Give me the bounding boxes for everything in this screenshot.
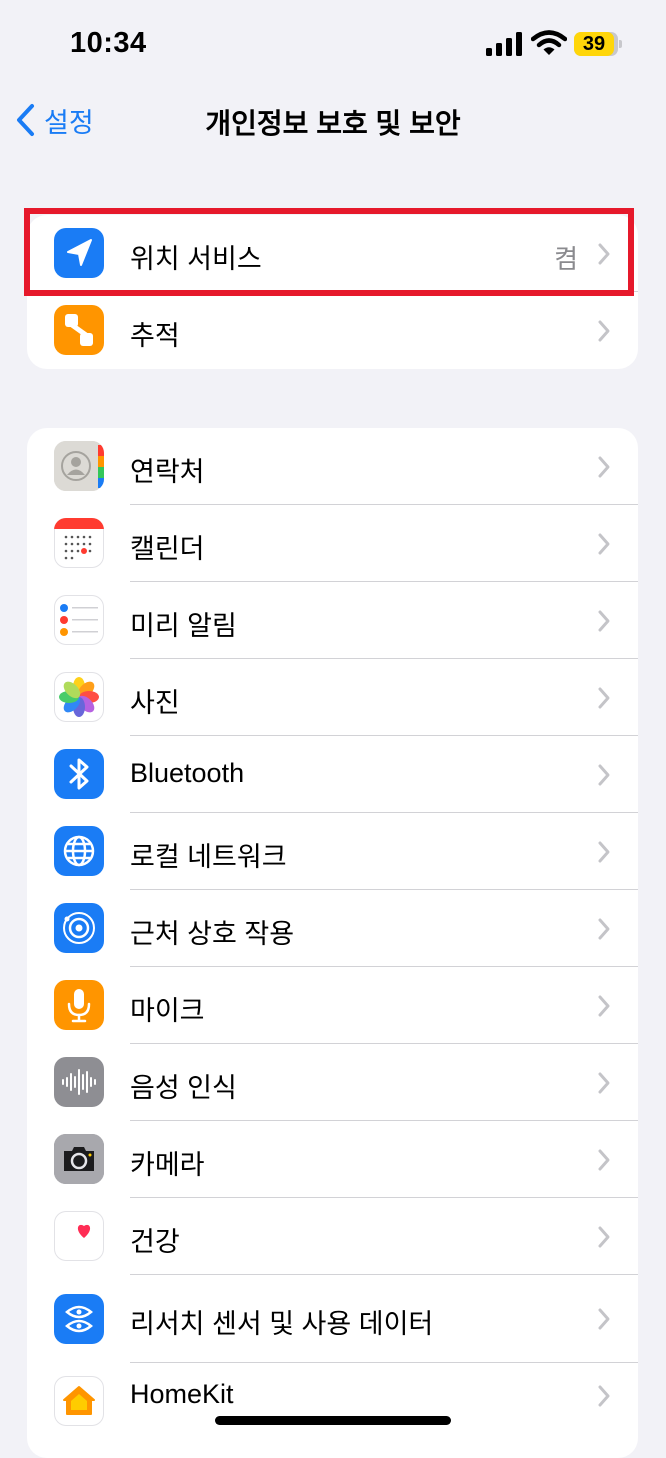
row-label: Bluetooth	[130, 758, 245, 788]
battery-level: 39	[582, 33, 606, 55]
chevron-right-icon	[598, 995, 610, 1017]
row-health[interactable]: 건강	[27, 1198, 638, 1275]
highlight-box	[24, 208, 634, 296]
chevron-right-icon	[598, 1149, 610, 1171]
chevron-right-icon	[598, 1226, 610, 1248]
row-label: 캘린더	[130, 534, 205, 564]
nearby-interaction-icon	[54, 903, 104, 953]
microphone-icon	[54, 980, 104, 1030]
chevron-right-icon	[598, 1308, 610, 1330]
row-label: 연락처	[130, 457, 205, 487]
row-research-sensor[interactable]: 리서치 센서 및 사용 데이터	[27, 1275, 638, 1363]
row-microphone[interactable]: 마이크	[27, 967, 638, 1044]
row-tracking[interactable]: 추적	[27, 292, 638, 369]
row-label: 음성 인식	[130, 1073, 237, 1103]
chevron-right-icon	[598, 764, 610, 786]
bluetooth-icon	[54, 749, 104, 799]
app-permissions-group: 연락처 캘린더 미리 알림 사진 Bluetooth 로컬 네트워크 근처 상호…	[27, 428, 638, 1458]
speech-recognition-icon	[54, 1057, 104, 1107]
status-bar: 10:34 39	[0, 0, 666, 90]
reminders-icon	[54, 595, 104, 645]
row-reminders[interactable]: 미리 알림	[27, 582, 638, 659]
row-photos[interactable]: 사진	[27, 659, 638, 736]
chevron-right-icon	[598, 320, 610, 342]
row-label: 카메라	[130, 1150, 205, 1180]
row-contacts[interactable]: 연락처	[27, 428, 638, 505]
row-label: 추적	[130, 321, 180, 351]
row-camera[interactable]: 카메라	[27, 1121, 638, 1198]
row-local-network[interactable]: 로컬 네트워크	[27, 813, 638, 890]
photos-icon	[54, 672, 104, 722]
row-label: 로컬 네트워크	[130, 842, 287, 872]
row-calendar[interactable]: 캘린더	[27, 505, 638, 582]
contacts-icon	[54, 441, 104, 491]
row-speech-recognition[interactable]: 음성 인식	[27, 1044, 638, 1121]
navigation-bar: 설정 개인정보 보호 및 보안	[0, 90, 666, 150]
row-label: 마이크	[130, 996, 205, 1026]
row-label: 리서치 센서 및 사용 데이터	[130, 1309, 434, 1339]
health-heart-icon	[54, 1211, 104, 1261]
tracking-icon	[54, 305, 104, 355]
home-indicator[interactable]	[215, 1416, 451, 1425]
page-title: 개인정보 보호 및 보안	[205, 108, 461, 139]
row-label: 근처 상호 작용	[130, 919, 295, 949]
globe-icon	[54, 826, 104, 876]
chevron-right-icon	[598, 1385, 610, 1407]
row-label: 건강	[130, 1227, 180, 1257]
chevron-right-icon	[598, 918, 610, 940]
cellular-signal-icon	[486, 32, 522, 56]
battery-icon: 39	[574, 32, 622, 56]
wifi-icon	[531, 30, 567, 55]
row-bluetooth[interactable]: Bluetooth	[27, 736, 638, 813]
row-label: HomeKit	[130, 1379, 234, 1409]
row-label: 미리 알림	[130, 611, 237, 641]
camera-icon	[54, 1134, 104, 1184]
chevron-right-icon	[598, 610, 610, 632]
status-time: 10:34	[70, 27, 147, 59]
chevron-right-icon	[598, 1072, 610, 1094]
homekit-icon	[54, 1376, 104, 1426]
row-label: 사진	[130, 688, 180, 718]
chevron-right-icon	[598, 687, 610, 709]
chevron-right-icon	[598, 533, 610, 555]
calendar-icon	[54, 518, 104, 568]
research-icon	[54, 1294, 104, 1344]
chevron-right-icon	[598, 456, 610, 478]
row-homekit[interactable]: HomeKit	[27, 1363, 638, 1451]
row-nearby-interaction[interactable]: 근처 상호 작용	[27, 890, 638, 967]
chevron-right-icon	[598, 841, 610, 863]
